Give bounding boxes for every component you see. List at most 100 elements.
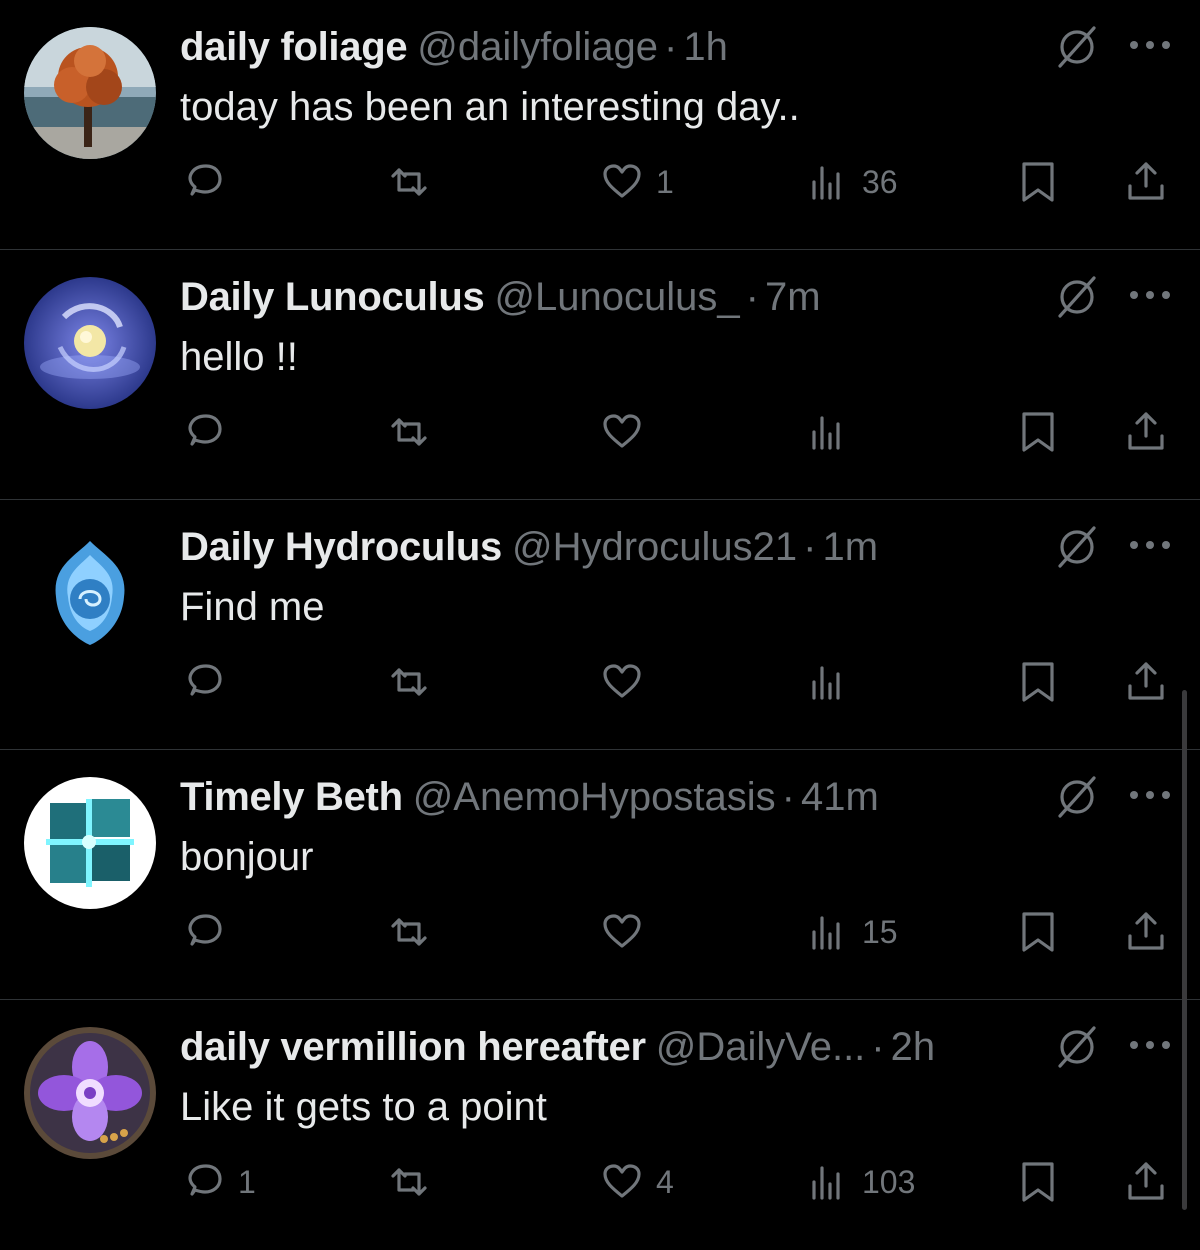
- post[interactable]: Timely Beth @AnemoHypostasis · 41m bonjour: [0, 750, 1200, 1000]
- repost-button[interactable]: [387, 410, 443, 454]
- user-handle[interactable]: @AnemoHypostasis: [413, 775, 776, 819]
- like-button[interactable]: [600, 660, 656, 704]
- heart-icon: [603, 1164, 641, 1198]
- post-text: today has been an interesting day..: [180, 85, 800, 129]
- user-handle[interactable]: @Lunoculus_: [494, 275, 739, 319]
- grok-icon[interactable]: [1054, 24, 1100, 70]
- user-handle[interactable]: @Hydroculus21: [512, 525, 797, 569]
- heart-icon: [603, 914, 641, 948]
- avatar[interactable]: [24, 777, 156, 909]
- grok-icon[interactable]: [1054, 524, 1100, 570]
- timestamp[interactable]: 41m: [801, 775, 879, 819]
- heart-icon: [603, 664, 641, 698]
- views-icon: [812, 666, 840, 700]
- post[interactable]: daily foliage @dailyfoliage · 1h today has …: [0, 0, 1200, 250]
- share-button[interactable]: [1124, 160, 1168, 204]
- share-button[interactable]: [1124, 660, 1168, 704]
- separator-dot: ·: [664, 25, 678, 69]
- anemo-cubes-avatar-image: [24, 777, 156, 909]
- bookmark-button[interactable]: [1016, 660, 1060, 704]
- display-name[interactable]: daily vermillion hereafter: [180, 1025, 646, 1069]
- display-name[interactable]: Daily Lunoculus: [180, 275, 485, 319]
- repost-button[interactable]: [387, 910, 443, 954]
- action-bar: 1 4 103: [0, 1160, 1200, 1204]
- user-handle[interactable]: @DailyVe...: [656, 1025, 866, 1069]
- views-icon: [812, 1166, 840, 1200]
- display-name[interactable]: Timely Beth: [180, 775, 403, 819]
- repost-icon: [391, 1168, 427, 1196]
- user-handle[interactable]: @dailyfoliage: [417, 25, 658, 69]
- views-icon: [812, 916, 840, 950]
- views-button[interactable]: 15: [806, 910, 898, 954]
- views-button[interactable]: 36: [806, 160, 898, 204]
- reply-button[interactable]: [182, 410, 238, 454]
- display-name[interactable]: Daily Hydroculus: [180, 525, 502, 569]
- bookmark-button[interactable]: [1016, 1160, 1060, 1204]
- bookmark-button[interactable]: [1016, 160, 1060, 204]
- grok-icon[interactable]: [1054, 774, 1100, 820]
- like-button[interactable]: 1: [600, 160, 674, 204]
- share-button[interactable]: [1124, 910, 1168, 954]
- post[interactable]: daily vermillion hereafter @DailyVe... · 2h…: [0, 1000, 1200, 1250]
- repost-icon: [391, 418, 427, 446]
- timestamp[interactable]: 7m: [765, 275, 821, 319]
- heart-icon: [603, 164, 641, 198]
- display-name[interactable]: daily foliage: [180, 25, 408, 69]
- share-button[interactable]: [1124, 1160, 1168, 1204]
- reply-button[interactable]: [182, 160, 238, 204]
- bookmark-button[interactable]: [1016, 910, 1060, 954]
- action-bar: 15: [0, 910, 1200, 954]
- reply-count: 1: [238, 1164, 256, 1200]
- timestamp[interactable]: 1m: [822, 525, 878, 569]
- share-icon: [1128, 412, 1164, 450]
- view-count: 103: [862, 1164, 916, 1200]
- avatar[interactable]: [24, 1027, 156, 1159]
- like-button[interactable]: 4: [600, 1160, 674, 1204]
- share-icon: [1128, 162, 1164, 200]
- avatar[interactable]: [24, 527, 156, 659]
- reply-button[interactable]: 1: [182, 1160, 256, 1204]
- reply-icon: [188, 664, 222, 696]
- more-icon[interactable]: [1128, 288, 1172, 302]
- reply-button[interactable]: [182, 910, 238, 954]
- share-icon: [1128, 1162, 1164, 1200]
- scrollbar[interactable]: [1182, 690, 1187, 1210]
- timestamp[interactable]: 1h: [683, 25, 728, 69]
- views-button[interactable]: [806, 660, 862, 704]
- heart-icon: [603, 414, 641, 448]
- action-bar: 1 36: [0, 160, 1200, 204]
- repost-button[interactable]: [387, 160, 443, 204]
- grok-icon[interactable]: [1054, 274, 1100, 320]
- post-text: hello !!: [180, 335, 298, 379]
- like-button[interactable]: [600, 910, 656, 954]
- repost-icon: [391, 168, 427, 196]
- like-count: 1: [656, 164, 674, 200]
- like-button[interactable]: [600, 410, 656, 454]
- view-count: 36: [862, 164, 898, 200]
- repost-button[interactable]: [387, 1160, 443, 1204]
- share-button[interactable]: [1124, 410, 1168, 454]
- separator-dot: ·: [803, 525, 817, 569]
- views-icon: [812, 416, 840, 450]
- views-button[interactable]: [806, 410, 862, 454]
- post[interactable]: Daily Lunoculus @Lunoculus_ · 7m hello !!: [0, 250, 1200, 500]
- views-icon: [812, 166, 840, 200]
- more-icon[interactable]: [1128, 788, 1172, 802]
- more-icon[interactable]: [1128, 538, 1172, 552]
- bookmark-icon: [1022, 1162, 1054, 1202]
- reply-icon: [188, 164, 222, 196]
- grok-icon[interactable]: [1054, 1024, 1100, 1070]
- more-icon[interactable]: [1128, 1038, 1172, 1052]
- more-icon[interactable]: [1128, 38, 1172, 52]
- timestamp[interactable]: 2h: [891, 1025, 936, 1069]
- share-icon: [1128, 912, 1164, 950]
- repost-button[interactable]: [387, 660, 443, 704]
- bookmark-button[interactable]: [1016, 410, 1060, 454]
- vermillion-flower-avatar-image: [24, 1027, 156, 1159]
- post[interactable]: Daily Hydroculus @Hydroculus21 · 1m Find me: [0, 500, 1200, 750]
- avatar[interactable]: [24, 277, 156, 409]
- avatar[interactable]: [24, 27, 156, 159]
- reply-icon: [188, 1164, 222, 1196]
- views-button[interactable]: 103: [806, 1160, 915, 1204]
- reply-button[interactable]: [182, 660, 238, 704]
